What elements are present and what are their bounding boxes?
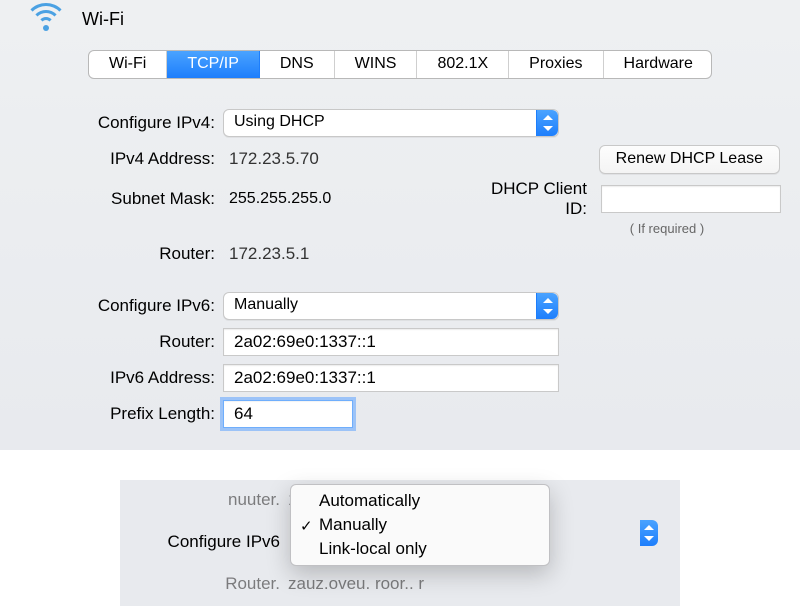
panel-title: Wi-Fi	[82, 9, 124, 30]
fragment-config-ipv6-menu: nuuter. 172.20.0.1 Configure IPv6 Router…	[120, 480, 680, 606]
menu-item-label: Manually	[319, 515, 387, 534]
menu-item-label: Automatically	[319, 491, 420, 510]
tab-hardware[interactable]: Hardware	[604, 51, 712, 78]
label-router-v6: Router:	[0, 332, 215, 352]
wifi-icon	[24, 4, 68, 34]
menu-item-label: Link-local only	[319, 539, 427, 558]
ipv6-address-field[interactable]	[223, 364, 559, 392]
label-subnet-mask: Subnet Mask:	[0, 189, 215, 209]
select-configure-ipv4-value: Using DHCP	[234, 113, 325, 130]
menu-item-automatically[interactable]: Automatically	[291, 489, 549, 513]
network-panel: Wi-Fi Wi-Fi TCP/IP DNS WINS 802.1X Proxi…	[0, 0, 800, 450]
router-v6-field[interactable]	[223, 328, 559, 356]
value-ipv4-address: 172.23.5.70	[223, 149, 559, 169]
tab-bar: Wi-Fi TCP/IP DNS WINS 802.1X Proxies Har…	[88, 50, 712, 79]
updown-icon	[536, 293, 558, 319]
tab-wifi[interactable]: Wi-Fi	[89, 51, 167, 78]
label-configure-ipv6: Configure IPv6:	[0, 296, 215, 316]
fragment-router-label: nuuter.	[140, 490, 280, 510]
select-configure-ipv6-value: Manually	[234, 296, 298, 313]
check-icon: ✓	[300, 517, 313, 535]
label-dhcp-client-id: DHCP Client ID:	[467, 179, 587, 219]
value-subnet-mask: 255.255.255.0	[223, 190, 459, 208]
select-configure-ipv6[interactable]: Manually	[223, 292, 559, 320]
updown-icon	[536, 110, 558, 136]
label-configure-ipv4: Configure IPv4:	[0, 113, 215, 133]
tab-proxies[interactable]: Proxies	[509, 51, 603, 78]
label-ipv6-address: IPv6 Address:	[0, 368, 215, 388]
menu-item-manually[interactable]: ✓ Manually	[291, 513, 549, 537]
hint-if-required: ( If required )	[577, 221, 757, 236]
fragment-router2-value: zauz.oveu. roor.. r	[288, 574, 424, 594]
tab-wins[interactable]: WINS	[335, 51, 418, 78]
updown-icon	[640, 520, 658, 546]
panel-header: Wi-Fi	[0, 0, 800, 38]
tab-8021x[interactable]: 802.1X	[417, 51, 509, 78]
prefix-length-field[interactable]	[223, 400, 353, 428]
label-ipv4-address: IPv4 Address:	[0, 149, 215, 169]
select-configure-ipv4[interactable]: Using DHCP	[223, 109, 559, 137]
configure-ipv6-menu: Automatically ✓ Manually Link-local only	[290, 484, 550, 566]
tcpip-form: Configure IPv4: Using DHCP IPv4 Address:…	[0, 105, 800, 432]
tab-tcpip[interactable]: TCP/IP	[167, 51, 260, 78]
value-router-v4: 172.23.5.1	[223, 244, 559, 264]
fragment-label-configure-ipv6: Configure IPv6	[140, 532, 280, 552]
label-router-v4: Router:	[0, 244, 215, 264]
renew-dhcp-lease-button[interactable]: Renew DHCP Lease	[599, 145, 780, 174]
menu-item-link-local-only[interactable]: Link-local only	[291, 537, 549, 561]
dhcp-client-id-field[interactable]	[601, 185, 781, 213]
fragment-router2-label: Router.	[140, 574, 280, 594]
tab-dns[interactable]: DNS	[260, 51, 335, 78]
label-prefix-length: Prefix Length:	[0, 404, 215, 424]
